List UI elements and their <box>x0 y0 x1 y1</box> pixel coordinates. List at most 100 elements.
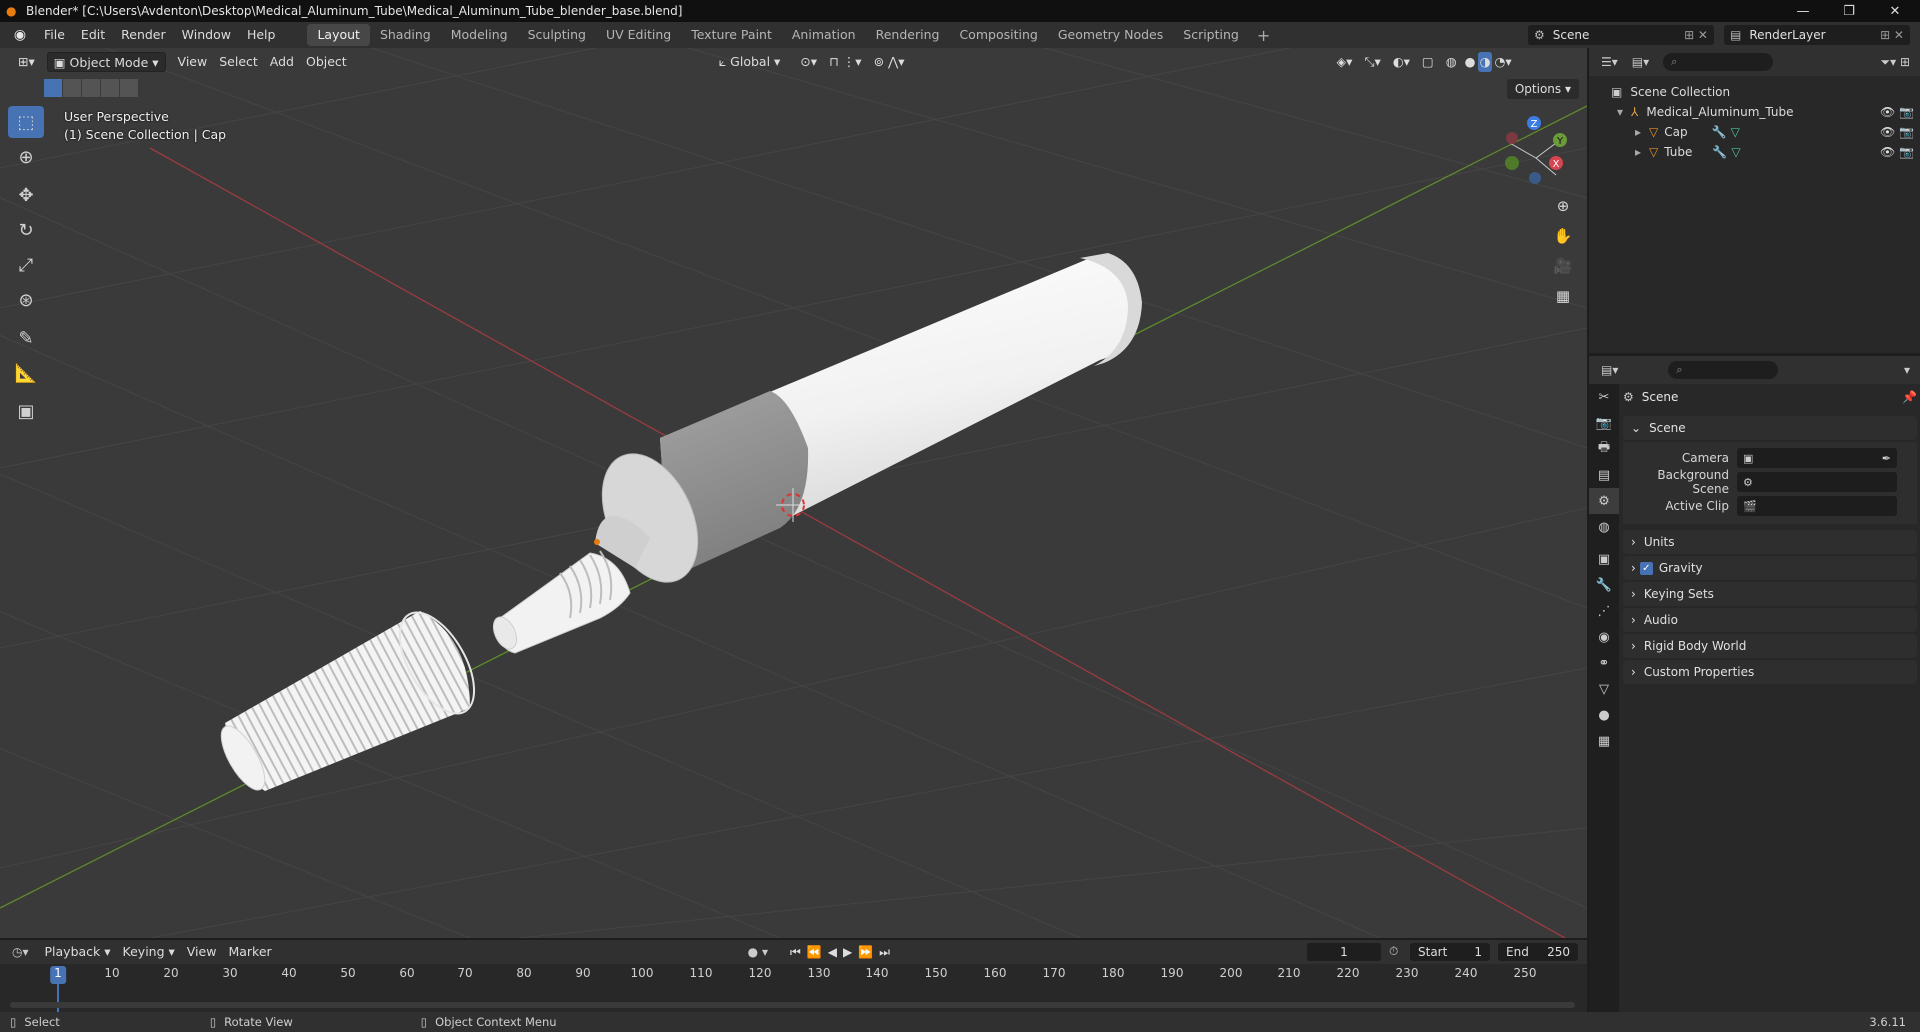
audio-section-header[interactable]: › Audio <box>1623 608 1917 632</box>
material-tab-icon[interactable]: ● <box>1589 702 1619 728</box>
timeline-menu-playback[interactable]: Playback ▾ <box>39 942 117 962</box>
select-invert-icon[interactable] <box>101 79 119 97</box>
pivot-point-icon[interactable]: ⊙▾ <box>794 52 823 72</box>
add-cube-tool-icon[interactable]: ▣ <box>8 395 44 427</box>
proportional-editing-icon[interactable]: ⊚ ⋀▾ <box>868 52 911 72</box>
outliner-collection-row[interactable]: ▾ ⅄ Medical_Aluminum_Tube 👁 📷 <box>1589 102 1920 122</box>
tab-texture-paint[interactable]: Texture Paint <box>681 24 782 46</box>
tab-compositing[interactable]: Compositing <box>949 24 1047 46</box>
properties-options-icon[interactable]: ▾ <box>1904 363 1910 377</box>
tab-layout[interactable]: Layout <box>307 24 370 46</box>
shading-rendered-icon[interactable]: ◔▾ <box>1492 52 1513 72</box>
view-layer-selector[interactable]: ▤ RenderLayer ⊞ ✕ <box>1724 25 1910 45</box>
stopwatch-icon[interactable]: ⏱ <box>1389 944 1398 959</box>
3d-viewport[interactable]: Z Y X ⊞▾ ▣ Object Mode ▾ View Select Add… <box>0 48 1587 938</box>
view-layer-new-icon[interactable]: ⊞ ✕ <box>1880 28 1904 42</box>
zoom-icon[interactable]: ⊕ <box>1550 193 1576 219</box>
pan-hand-icon[interactable]: ✋ <box>1550 223 1576 249</box>
eyedropper-icon[interactable]: ✒ <box>1882 452 1891 465</box>
data-tab-icon[interactable]: ▽ <box>1589 676 1619 702</box>
timeline-ruler[interactable]: 10 20 30 40 50 60 70 80 90 100 110 120 1… <box>0 966 1587 984</box>
gizmo-toggle-icon[interactable]: ⤡▾ <box>1358 52 1386 72</box>
expand-chevron-icon[interactable]: ▸ <box>1635 125 1641 139</box>
viewport-menu-object[interactable]: Object <box>300 52 353 72</box>
select-intersect-icon[interactable] <box>120 79 138 97</box>
options-button[interactable]: Options ▾ <box>1506 79 1579 99</box>
timeline-editor-icon[interactable]: ◷▾ <box>12 945 29 959</box>
menu-window[interactable]: Window <box>174 24 239 46</box>
end-frame-field[interactable]: End 250 <box>1498 943 1578 961</box>
editor-type-icon[interactable]: ⊞▾ <box>12 52 41 72</box>
tab-uv-editing[interactable]: UV Editing <box>596 24 681 46</box>
close-button[interactable]: ✕ <box>1872 0 1918 22</box>
timeline-scrollbar[interactable] <box>10 1002 1575 1008</box>
outliner-search-input[interactable]: ⌕ <box>1663 53 1774 71</box>
rigid-body-world-section-header[interactable]: › Rigid Body World <box>1623 634 1917 658</box>
cursor-tool-icon[interactable]: ⊕ <box>8 141 44 173</box>
expand-chevron-icon[interactable]: ▸ <box>1635 145 1641 159</box>
next-keyframe-icon[interactable]: ⏩ <box>858 945 879 959</box>
scene-selector[interactable]: ⚙ Scene ⊞ ✕ <box>1528 25 1714 45</box>
active-clip-field[interactable]: 🎬 <box>1737 496 1897 516</box>
tab-shading[interactable]: Shading <box>370 24 441 46</box>
select-extend-icon[interactable] <box>63 79 81 97</box>
view-layer-tab-icon[interactable]: ▤ <box>1589 462 1619 488</box>
measure-tool-icon[interactable]: 📐 <box>8 357 44 389</box>
tube-visibility-icons[interactable]: 👁 📷 <box>1880 145 1914 159</box>
playback-controls[interactable]: ⏮⏪◀▶⏩⏭ <box>790 945 896 960</box>
outliner-object-row-cap[interactable]: ▸ ▽ Cap 🔧 ▽ 👁 📷 <box>1589 122 1920 142</box>
scale-tool-icon[interactable]: ⤢ <box>8 249 44 281</box>
add-workspace-icon[interactable]: + <box>1249 26 1278 45</box>
modifiers-tab-icon[interactable]: 🔧 <box>1589 572 1619 598</box>
viewport-menu-select[interactable]: Select <box>213 52 264 72</box>
expand-chevron-icon[interactable]: ▾ <box>1617 105 1623 119</box>
tab-modeling[interactable]: Modeling <box>441 24 518 46</box>
prev-keyframe-icon[interactable]: ⏪ <box>807 945 828 959</box>
collection-visibility-icons[interactable]: 👁 📷 <box>1880 105 1914 119</box>
timeline-menu-marker[interactable]: Marker <box>222 942 277 962</box>
visibility-icon[interactable]: ◈▾ <box>1331 52 1359 72</box>
tab-sculpting[interactable]: Sculpting <box>518 24 596 46</box>
tab-rendering[interactable]: Rendering <box>866 24 950 46</box>
transform-tool-icon[interactable]: ⊛ <box>8 284 44 316</box>
annotate-tool-icon[interactable]: ✎ <box>8 322 44 354</box>
pin-icon[interactable]: 📌 <box>1902 390 1917 404</box>
outliner-root-row[interactable]: ▣ Scene Collection <box>1589 82 1920 102</box>
timeline-menu-view[interactable]: View <box>181 942 223 962</box>
scene-pin-icon[interactable]: ⊞ ✕ <box>1684 28 1708 42</box>
select-box-tool-icon[interactable]: ⬚ <box>8 106 44 138</box>
tab-animation[interactable]: Animation <box>782 24 866 46</box>
record-icon[interactable]: ● ▾ <box>748 945 768 959</box>
playhead-frame[interactable]: 1 <box>50 966 66 984</box>
blender-menu-icon[interactable]: ◉ <box>10 25 30 45</box>
cap-visibility-icons[interactable]: 👁 📷 <box>1880 125 1914 139</box>
properties-editor-icon[interactable]: ▤▾ <box>1601 363 1618 377</box>
menu-render[interactable]: Render <box>113 24 174 46</box>
select-new-icon[interactable] <box>44 79 62 97</box>
rotate-tool-icon[interactable]: ↻ <box>8 214 44 246</box>
texture-tab-icon[interactable]: ▦ <box>1589 728 1619 754</box>
gravity-checkbox[interactable]: ✓ <box>1639 561 1653 575</box>
output-tab-icon[interactable]: 🖶 <box>1589 436 1619 462</box>
minimize-button[interactable]: — <box>1780 0 1826 22</box>
select-subtract-icon[interactable] <box>82 79 100 97</box>
tab-geometry-nodes[interactable]: Geometry Nodes <box>1048 24 1173 46</box>
viewport-menu-view[interactable]: View <box>172 52 214 72</box>
menu-help[interactable]: Help <box>239 24 284 46</box>
background-scene-field[interactable]: ⚙ <box>1737 472 1897 492</box>
keying-sets-section-header[interactable]: › Keying Sets <box>1623 582 1917 606</box>
properties-search-input[interactable]: ⌕ <box>1668 361 1779 379</box>
scene-section-header[interactable]: ⌄ Scene <box>1623 416 1917 440</box>
menu-file[interactable]: File <box>36 24 73 46</box>
timeline-menu-keying[interactable]: Keying ▾ <box>117 942 181 962</box>
shading-material-icon[interactable]: ◑ <box>1477 52 1493 72</box>
tool-tab-icon[interactable]: ✂ <box>1589 384 1619 410</box>
outliner-editor-icon[interactable]: ☰▾ <box>1601 55 1618 69</box>
jump-start-icon[interactable]: ⏮ <box>790 945 807 959</box>
units-section-header[interactable]: › Units <box>1623 530 1917 554</box>
xray-toggle-icon[interactable]: ▢ <box>1416 52 1440 72</box>
play-reverse-icon[interactable]: ◀ <box>828 945 843 959</box>
display-mode-icon[interactable]: ▤▾ <box>1632 55 1649 69</box>
move-tool-icon[interactable]: ✥ <box>8 179 44 211</box>
perspective-toggle-icon[interactable]: ▦ <box>1550 283 1576 309</box>
